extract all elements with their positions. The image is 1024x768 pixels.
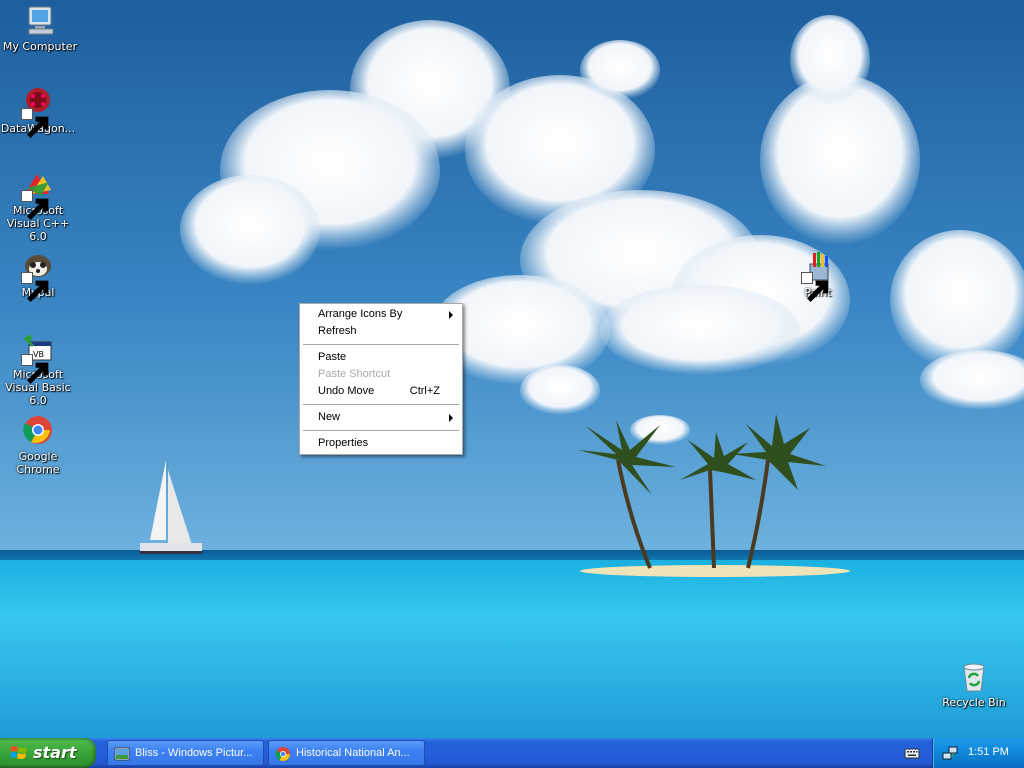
picture-viewer-icon	[114, 747, 130, 761]
submenu-arrow-icon	[449, 311, 453, 319]
menu-item-properties[interactable]: Properties	[303, 435, 459, 452]
mypal-icon	[21, 250, 55, 303]
desktop-icon-visual-cpp[interactable]: Microsoft Visual C++ 6.0	[0, 168, 78, 243]
recycle-bin-icon	[957, 660, 991, 694]
menu-item-paste-shortcut[interactable]: Paste Shortcut	[303, 366, 459, 383]
desktop[interactable]: My Computer DataWagon... Microsoft Visua…	[0, 0, 1024, 738]
taskbar-button-label: Historical National An...	[296, 747, 410, 759]
taskbar-button-bliss[interactable]: Bliss - Windows Pictur...	[107, 740, 264, 766]
menu-item-label: Refresh	[318, 325, 357, 337]
desktop-icon-mypal[interactable]: Mypal	[0, 250, 78, 303]
menu-item-shortcut-key: Ctrl+Z	[409, 385, 440, 397]
menu-item-label: New	[318, 411, 341, 423]
menu-separator	[303, 344, 459, 345]
windows-flag-icon	[10, 746, 27, 759]
menu-item-undo-move[interactable]: Undo Move Ctrl+Z	[303, 383, 459, 400]
keyboard-icon[interactable]	[904, 745, 920, 761]
menu-separator	[303, 430, 459, 431]
paint-icon	[801, 250, 835, 303]
desktop-icon-google-chrome[interactable]: Google Chrome	[0, 414, 78, 476]
desktop-icon-label: My Computer	[2, 40, 78, 53]
taskbar: start Bliss - Windows Pictur... Historic…	[0, 738, 1024, 768]
start-button[interactable]: start	[0, 738, 96, 768]
desktop-icon-recycle-bin[interactable]: Recycle Bin	[934, 660, 1014, 709]
taskbar-button-chrome[interactable]: Historical National An...	[268, 740, 425, 766]
taskbar-button-label: Bliss - Windows Pictur...	[135, 747, 253, 759]
menu-item-arrange-icons-by[interactable]: Arrange Icons By	[303, 306, 459, 323]
menu-item-refresh[interactable]: Refresh	[303, 323, 459, 340]
my-computer-icon	[23, 4, 57, 38]
menu-separator	[303, 404, 459, 405]
menu-item-paste[interactable]: Paste	[303, 349, 459, 366]
desktop-context-menu: Arrange Icons By Refresh Paste Paste Sho…	[299, 303, 463, 455]
chrome-icon	[275, 747, 290, 761]
menu-item-label: Properties	[318, 437, 369, 449]
visual-basic-icon: VB	[21, 332, 55, 385]
menu-item-label: Paste	[318, 351, 347, 363]
menu-item-new[interactable]: New	[303, 409, 459, 426]
desktop-icon-datawagon[interactable]: DataWagon...	[0, 86, 78, 139]
submenu-arrow-icon	[449, 414, 453, 422]
shortcut-arrow-icon	[21, 108, 49, 139]
menu-item-label: Arrange Icons By	[318, 308, 403, 320]
clock[interactable]: 1:51 PM	[968, 746, 1009, 758]
shortcut-arrow-icon	[21, 272, 49, 303]
menu-item-label: Paste Shortcut	[318, 368, 391, 380]
datawagon-icon	[21, 86, 55, 139]
system-tray: 1:51 PM	[932, 738, 1024, 768]
start-label: start	[33, 743, 77, 762]
desktop-icon-my-computer[interactable]: My Computer	[0, 4, 80, 53]
shortcut-arrow-icon	[21, 354, 49, 385]
network-icon[interactable]	[942, 745, 958, 761]
wallpaper	[0, 0, 1024, 738]
shortcut-arrow-icon	[21, 190, 49, 221]
shortcut-arrow-icon	[801, 272, 829, 303]
desktop-icon-label: Google Chrome	[16, 450, 60, 476]
menu-item-label: Undo Move	[318, 385, 375, 397]
visual-cpp-icon	[21, 168, 55, 221]
chrome-icon	[21, 414, 55, 448]
desktop-icon-visual-basic[interactable]: VB Microsoft Visual Basic 6.0	[0, 332, 78, 407]
desktop-icon-paint[interactable]: Paint	[778, 250, 858, 303]
desktop-icon-label: Recycle Bin	[942, 696, 1006, 709]
